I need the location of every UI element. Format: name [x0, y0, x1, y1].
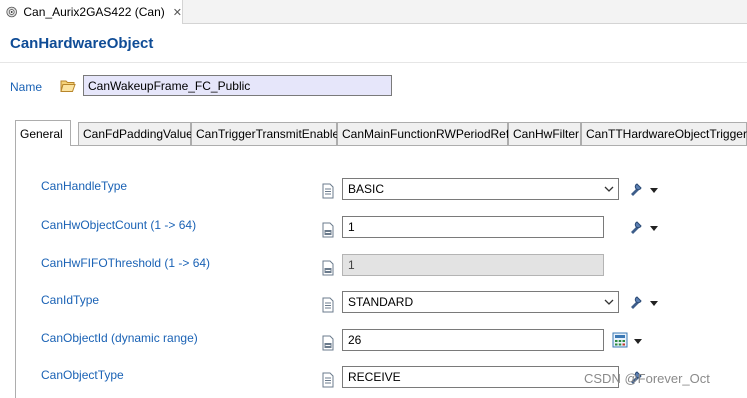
tab-label: CanHwFilter: [513, 127, 580, 141]
tab-cantriggertransmitenable[interactable]: CanTriggerTransmitEnable: [191, 122, 340, 145]
editor-tab-bar: Can_Aurix2GAS422 (Can) ✕: [0, 0, 747, 24]
tool-action-icon[interactable]: [628, 181, 644, 197]
tab-label: General: [20, 126, 63, 141]
header-divider: [0, 62, 747, 63]
param-label-canobjecttype: CanObjectType: [41, 368, 124, 382]
document-icon: [322, 183, 334, 199]
tab-canttHardwareobjecttrigger[interactable]: CanTTHardwareObjectTrigger: [581, 122, 747, 145]
module-icon: [6, 6, 17, 18]
document-icon: [322, 372, 334, 388]
editor-tab-title: Can_Aurix2GAS422 (Can): [23, 5, 165, 19]
param-label-canhandletype: CanHandleType: [41, 179, 128, 193]
calculator-icon[interactable]: [612, 332, 628, 348]
tool-action-icon[interactable]: [628, 219, 644, 235]
tab-label: CanMainFunctionRWPeriodRef: [342, 127, 510, 141]
editor-tab[interactable]: Can_Aurix2GAS422 (Can) ✕: [0, 0, 183, 24]
param-label-canobjectid: CanObjectId (dynamic range): [41, 331, 198, 345]
canhwfifothreshold-input: 1: [342, 254, 604, 276]
tab-label: CanTriggerTransmitEnable: [196, 127, 340, 141]
close-icon[interactable]: ✕: [173, 6, 182, 19]
name-field[interactable]: CanWakeupFrame_FC_Public: [83, 75, 392, 96]
tab-label: CanTTHardwareObjectTrigger: [586, 127, 747, 141]
param-label-canhwobjectcount: CanHwObjectCount (1 -> 64): [41, 218, 197, 232]
numeric-icon: [322, 260, 334, 276]
numeric-icon: [322, 222, 334, 238]
dropdown-arrow-icon[interactable]: [650, 226, 658, 231]
tool-action-icon[interactable]: [628, 294, 644, 310]
param-label-canidtype: CanIdType: [41, 293, 100, 307]
dropdown-arrow-icon[interactable]: [650, 301, 658, 306]
canidtype-combobox[interactable]: STANDARD: [342, 291, 619, 313]
canobjectid-input[interactable]: 26: [342, 329, 604, 351]
tab-canfdpaddingvalue[interactable]: CanFdPaddingValue: [78, 122, 193, 145]
name-label: Name: [10, 80, 43, 94]
dropdown-arrow-icon[interactable]: [634, 339, 642, 344]
param-label-canhwfifothreshold: CanHwFIFOThreshold (1 -> 64): [41, 256, 211, 270]
canobjecttype-combobox[interactable]: RECEIVE: [342, 366, 619, 388]
combobox-value: STANDARD: [348, 295, 414, 309]
tab-strip: General CanFdPaddingValue CanTriggerTran…: [15, 120, 747, 146]
canhandletype-combobox[interactable]: BASIC: [342, 178, 619, 200]
canhwobjectcount-input[interactable]: 1: [342, 216, 604, 238]
general-tab-panel: CanHandleType BASIC CanHwObjectCount (1 …: [15, 145, 747, 398]
document-icon: [322, 297, 334, 313]
dropdown-arrow-icon[interactable]: [650, 188, 658, 193]
chevron-down-icon: [604, 299, 614, 305]
page-title: CanHardwareObject: [10, 35, 154, 52]
tab-label: CanFdPaddingValue: [83, 127, 193, 141]
watermark: CSDN @Forever_Oct: [584, 371, 710, 386]
tab-general[interactable]: General: [15, 120, 71, 146]
tab-canhwfilter[interactable]: CanHwFilter: [508, 122, 581, 145]
combobox-value: RECEIVE: [348, 370, 401, 384]
numeric-icon: [322, 335, 334, 351]
folder-open-icon[interactable]: [60, 79, 76, 93]
section-tabs: General CanFdPaddingValue CanTriggerTran…: [15, 120, 747, 398]
chevron-down-icon: [604, 186, 614, 192]
combobox-value: BASIC: [348, 182, 385, 196]
tab-canmainfunctionrwperiodref[interactable]: CanMainFunctionRWPeriodRef: [337, 122, 510, 145]
